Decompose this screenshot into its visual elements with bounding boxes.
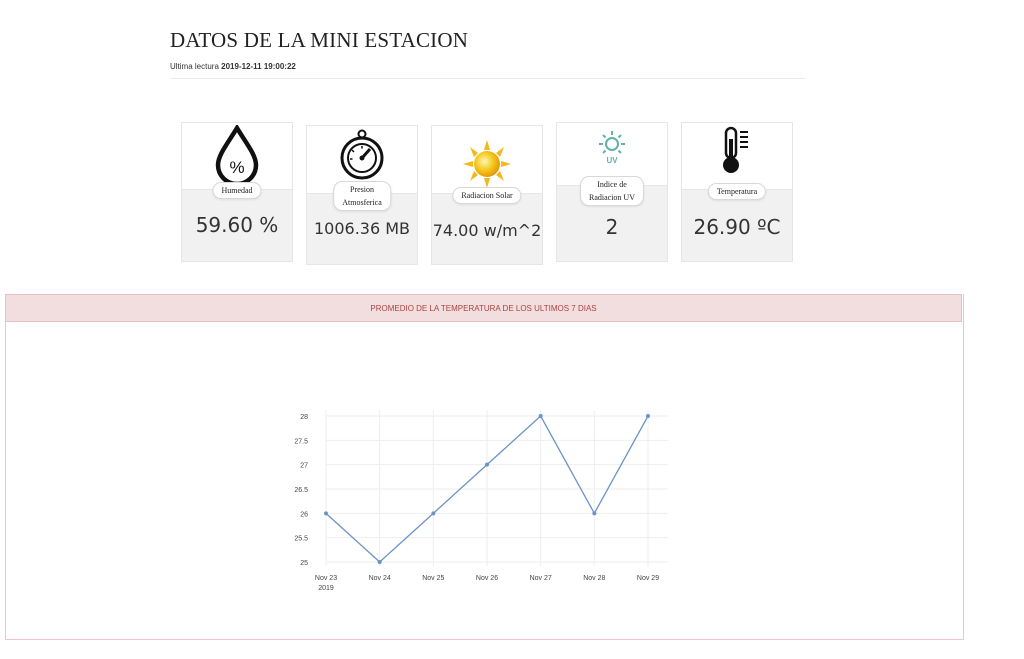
thermometer-icon [682, 125, 792, 177]
card-radiacion-solar: Radiacion Solar 74.00 w/m^2 [431, 125, 543, 265]
card-label: Temperatura [707, 183, 767, 200]
card-value: 1006.36 MB [313, 219, 411, 238]
card-label: Indice de Radiacion UV [580, 176, 644, 206]
data-point [592, 511, 597, 516]
x-tick-label: Nov 26 [476, 575, 498, 582]
card-value: 59.60 % [195, 213, 279, 237]
x-tick-label: Nov 24 [369, 575, 391, 582]
temperature-line-chart: 2525.52626.52727.528 Nov 23 Nov 24 Nov 25 N… [294, 410, 668, 592]
humidity-drop-icon: % [182, 125, 292, 185]
card-label-line2: Radiacion UV [589, 193, 635, 202]
x-tick-label: Nov 25 [422, 575, 444, 582]
svg-text:UV: UV [606, 156, 618, 165]
last-reading-value: 2019-12-11 19:00:22 [221, 62, 296, 71]
data-point [431, 511, 436, 516]
card-label: Radiacion Solar [452, 187, 522, 204]
card-label: Presion Atmosferica [333, 181, 391, 211]
svg-text:%: % [229, 158, 244, 177]
data-point [646, 414, 650, 418]
x-axis: Nov 23 Nov 24 Nov 25 Nov 26 Nov 27 Nov 28 Nov … [315, 575, 659, 592]
x-tick-label: Nov 27 [530, 575, 552, 582]
x-tick-label: Nov 28 [583, 575, 605, 582]
y-tick-label: 26 [300, 511, 308, 518]
y-tick-label: 25.5 [294, 536, 308, 543]
page-title: DATOS DE LA MINI ESTACION [170, 28, 469, 52]
y-tick-label: 26.5 [294, 487, 308, 494]
last-reading: Ultima lectura 2019-12-11 19:00:22 [170, 62, 806, 71]
last-reading-label: Ultima lectura [170, 62, 219, 71]
x-tick-label: Nov 29 [637, 575, 659, 582]
barometer-icon [307, 128, 417, 180]
uv-icon: UV [557, 129, 667, 165]
card-temperatura: Temperatura 26.90 ºC [681, 122, 793, 262]
data-point [377, 560, 382, 564]
card-value: 2 [605, 215, 619, 239]
card-label-line2: Atmosferica [342, 198, 382, 207]
header-divider [170, 78, 806, 79]
y-tick-label: 28 [300, 414, 308, 421]
y-axis: 25 25.5 26 26.5 27 27.5 28 [294, 414, 308, 567]
data-point [485, 462, 489, 467]
sun-icon [432, 140, 542, 188]
chart-panel-heading: PROMEDIO DE LA TEMPERATURA DE LOS ULTIMO… [5, 294, 962, 322]
card-label-line1: Indice de [597, 180, 627, 189]
x-tick-label: Nov 23 [315, 575, 337, 582]
y-tick-label: 27 [300, 463, 308, 470]
y-tick-label: 27.5 [294, 438, 308, 445]
card-label: Humedad [212, 182, 262, 199]
data-point [324, 511, 328, 516]
card-presion: Presion Atmosferica 1006.36 MB [306, 125, 418, 265]
card-humedad: % Humedad 59.60 % [181, 122, 293, 262]
x-year-label: 2019 [318, 585, 334, 592]
y-tick-label: 25 [300, 560, 308, 567]
page-header: DATOS DE LA MINI ESTACION Ultima lectura… [170, 28, 806, 71]
card-indice-uv: UV Indice de Radiacion UV 2 [556, 122, 668, 262]
card-value: 26.90 ºC [693, 215, 781, 239]
chart-grid [325, 410, 668, 566]
card-label-line1: Presion [349, 185, 374, 194]
data-point [538, 414, 543, 418]
card-value: 74.00 w/m^2 [432, 221, 542, 240]
